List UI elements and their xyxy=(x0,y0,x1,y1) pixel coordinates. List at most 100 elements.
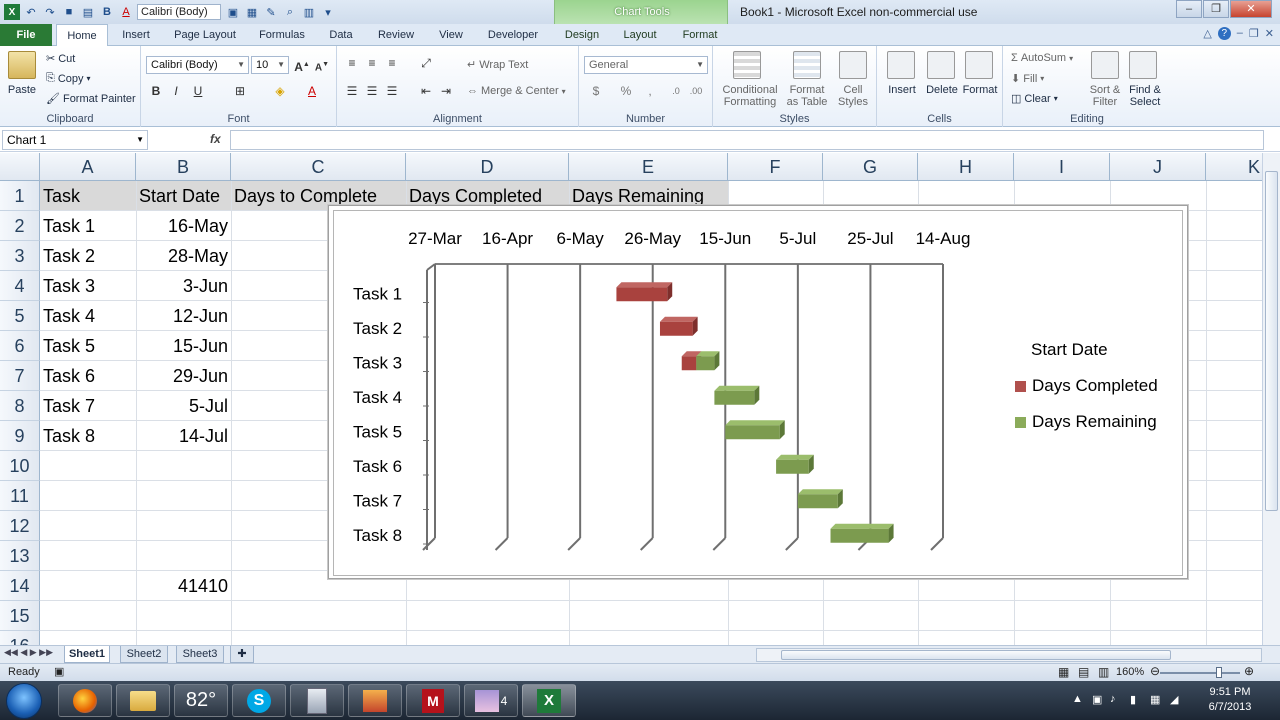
start-date-cell[interactable]: 5-Jul xyxy=(136,391,231,421)
start-date-cell[interactable]: 12-Jun xyxy=(136,301,231,331)
align-top-icon[interactable]: ≡ xyxy=(343,54,361,72)
orientation-icon[interactable]: ⤢ xyxy=(417,54,435,72)
zoom-slider[interactable] xyxy=(1160,672,1240,674)
formula-input[interactable] xyxy=(230,130,1264,150)
zoom-level[interactable]: 160% xyxy=(1116,666,1144,678)
currency-button[interactable]: $ xyxy=(587,82,605,100)
column-header[interactable]: A xyxy=(40,153,136,181)
app-icon[interactable] xyxy=(348,684,402,717)
task-name-cell[interactable]: Task 6 xyxy=(40,361,98,391)
excel-taskbar-icon[interactable]: X xyxy=(522,684,576,717)
cell-styles-icon[interactable] xyxy=(839,51,867,79)
undo-icon[interactable]: ↶ xyxy=(23,4,39,20)
increase-decimal-icon[interactable]: .0 xyxy=(667,82,685,100)
wrap-text-button[interactable]: ↵ Wrap Text xyxy=(467,58,528,72)
row-header[interactable]: 16 xyxy=(0,631,40,645)
align-center-icon[interactable]: ☰ xyxy=(363,82,381,100)
task-name-cell[interactable]: Task 8 xyxy=(40,421,98,451)
calculator-icon[interactable] xyxy=(290,684,344,717)
increase-indent-icon[interactable]: ⇥ xyxy=(437,82,455,100)
tab-layout[interactable]: Layout xyxy=(614,24,666,46)
column-header[interactable]: D xyxy=(406,153,569,181)
zoom-in-icon[interactable]: ⊕ xyxy=(1244,664,1254,678)
workbook-restore-icon[interactable]: ❐ xyxy=(1249,27,1259,40)
font-size-select[interactable]: 10 ▼ xyxy=(251,56,289,74)
skype-icon[interactable]: S xyxy=(232,684,286,717)
conditional-formatting-icon[interactable] xyxy=(733,51,761,79)
table-icon[interactable]: ▦ xyxy=(244,4,260,20)
task-name-cell[interactable]: Task 1 xyxy=(40,211,98,241)
tab-review[interactable]: Review xyxy=(370,24,422,46)
gantt-chart[interactable]: 27-Mar 16-Apr 6-May 26-May 15-Jun 5-Jul 25-Jul… xyxy=(328,205,1188,579)
sort-filter-button[interactable]: Sort & Filter xyxy=(1083,84,1127,108)
insert-sheet-icon[interactable]: ✚ xyxy=(230,646,254,663)
vertical-scroll-thumb[interactable] xyxy=(1265,171,1278,511)
weather-gadget[interactable]: 82° xyxy=(174,684,228,717)
format-painter-button[interactable]: 🖌 Format Painter xyxy=(46,92,136,106)
insert-cells-icon[interactable] xyxy=(887,51,915,79)
row-header[interactable]: 8 xyxy=(0,391,40,421)
decrease-decimal-icon[interactable]: .00 xyxy=(687,82,705,100)
column-header[interactable]: I xyxy=(1014,153,1110,181)
delete-cells-icon[interactable] xyxy=(927,51,955,79)
row-header[interactable]: 3 xyxy=(0,241,40,271)
chart-icon[interactable]: ▥ xyxy=(301,4,317,20)
row-header[interactable]: 10 xyxy=(0,451,40,481)
tab-formulas[interactable]: Formulas xyxy=(252,24,312,46)
decrease-indent-icon[interactable]: ⇤ xyxy=(417,82,435,100)
align-middle-icon[interactable]: ≡ xyxy=(363,54,381,72)
start-date-cell[interactable]: 14-Jul xyxy=(136,421,231,451)
insert-function-button[interactable]: fx xyxy=(210,132,221,146)
firefox-icon[interactable] xyxy=(58,684,112,717)
horizontal-scrollbar[interactable] xyxy=(756,648,1262,662)
font-color-icon[interactable]: A xyxy=(303,82,321,100)
start-date-cell[interactable]: 15-Jun xyxy=(136,331,231,361)
delete-cells-button[interactable]: Delete xyxy=(921,84,963,96)
find-select-button[interactable]: Find & Select xyxy=(1123,84,1167,108)
row-header[interactable]: 4 xyxy=(0,271,40,301)
shrink-font-icon[interactable]: A▼ xyxy=(313,56,331,74)
bold-button[interactable]: B xyxy=(147,82,165,100)
row-header[interactable]: 5 xyxy=(0,301,40,331)
paste-icon[interactable] xyxy=(8,51,36,79)
help-icon[interactable]: ? xyxy=(1217,27,1231,40)
row-header[interactable]: 13 xyxy=(0,541,40,571)
tray-expand-icon[interactable]: ▲ xyxy=(1072,693,1083,705)
format-cells-button[interactable]: Format xyxy=(959,84,1001,96)
restore-button[interactable]: ❐ xyxy=(1203,0,1229,18)
italic-button[interactable]: I xyxy=(167,82,185,100)
close-button[interactable]: ✕ xyxy=(1230,0,1272,18)
format-cells-icon[interactable] xyxy=(965,51,993,79)
column-header[interactable]: B xyxy=(136,153,231,181)
paint-icon[interactable]: ✎ xyxy=(263,4,279,20)
tab-file[interactable]: File xyxy=(0,24,52,46)
cell-b14[interactable]: 41410 xyxy=(136,571,231,601)
row-header[interactable]: 11 xyxy=(0,481,40,511)
column-header[interactable]: C xyxy=(231,153,406,181)
row-header[interactable]: 1 xyxy=(0,181,40,211)
normal-view-icon[interactable]: ▦ xyxy=(1058,665,1069,679)
clock[interactable]: 9:51 PM 6/7/2013 xyxy=(1200,685,1260,715)
percent-button[interactable]: % xyxy=(617,82,635,100)
horizontal-scroll-thumb[interactable] xyxy=(781,650,1171,660)
row-header[interactable]: 15 xyxy=(0,601,40,631)
tray-app-icon[interactable]: ▣ xyxy=(1092,693,1102,706)
borders-icon[interactable]: ⊞ xyxy=(231,82,249,100)
sort-filter-icon[interactable] xyxy=(1091,51,1119,79)
page-layout-view-icon[interactable]: ▤ xyxy=(1078,665,1089,679)
task-name-cell[interactable]: Task 2 xyxy=(40,241,98,271)
column-header[interactable]: E xyxy=(569,153,728,181)
redo-icon[interactable]: ↷ xyxy=(42,4,58,20)
column-header[interactable]: F xyxy=(728,153,823,181)
autosum-button[interactable]: Σ AutoSum ▾ xyxy=(1011,52,1073,64)
cell-b1[interactable]: Start Date xyxy=(136,181,223,211)
mcafee-icon[interactable]: M xyxy=(406,684,460,717)
start-button[interactable] xyxy=(6,683,42,719)
align-bottom-icon[interactable]: ≡ xyxy=(383,54,401,72)
row-header[interactable]: 12 xyxy=(0,511,40,541)
clear-button[interactable]: ◫ Clear ▾ xyxy=(1011,92,1058,106)
tab-insert[interactable]: Insert xyxy=(112,24,160,46)
font-name-select[interactable]: Calibri (Body) ▼ xyxy=(146,56,249,74)
save-icon[interactable]: ■ xyxy=(61,4,77,20)
find-select-icon[interactable] xyxy=(1129,51,1157,79)
